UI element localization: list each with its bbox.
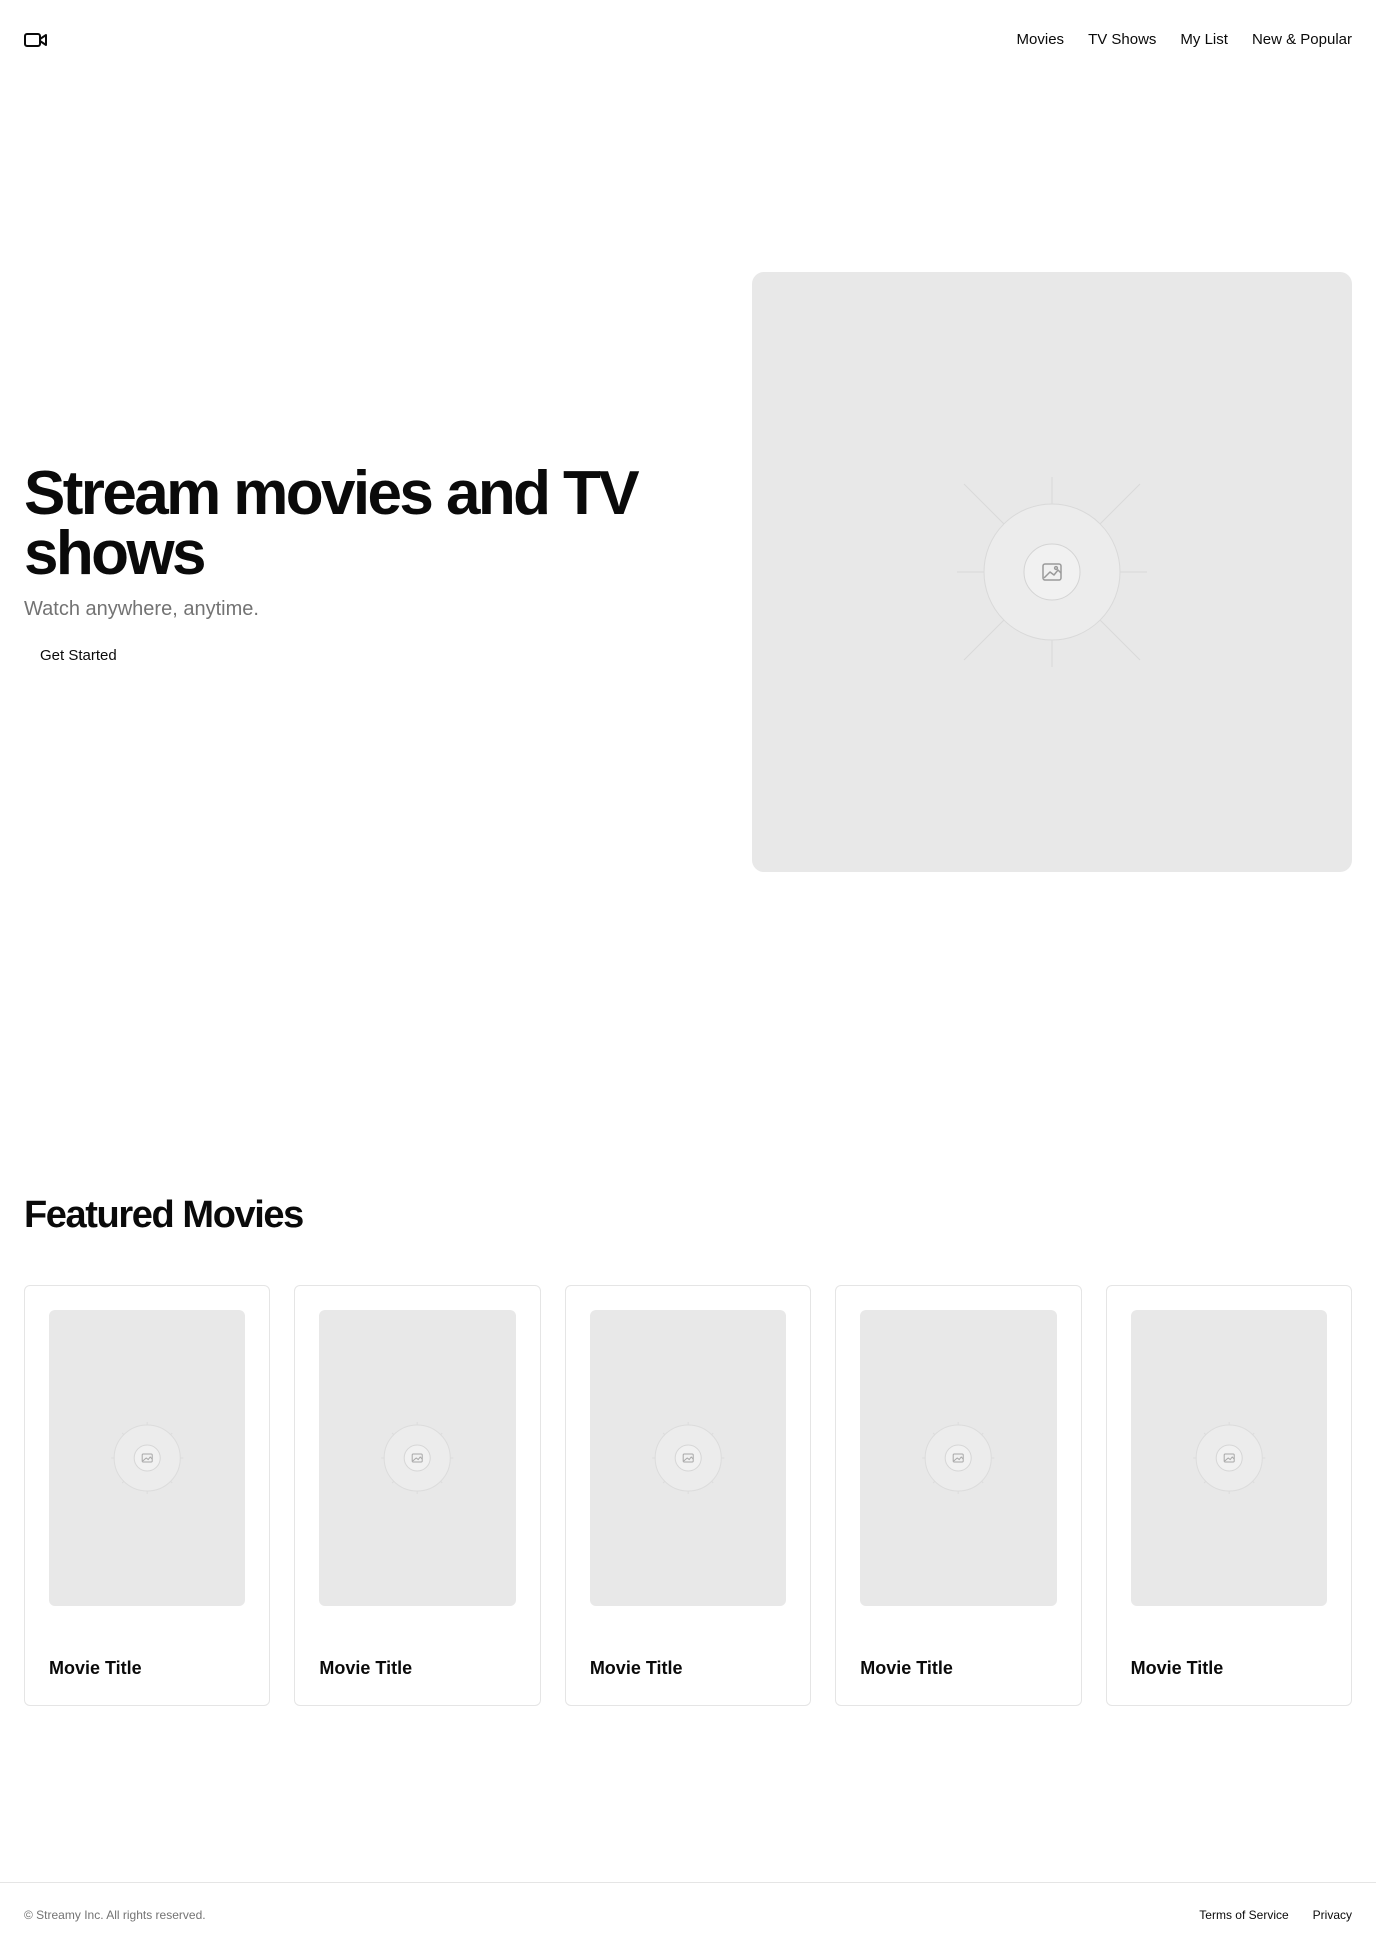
nav-link-movies[interactable]: Movies xyxy=(1017,30,1065,50)
hero-title: Stream movies and TV shows xyxy=(24,459,640,588)
nav-link-new-popular[interactable]: New & Popular xyxy=(1252,30,1352,50)
image-placeholder-icon xyxy=(381,1422,454,1494)
movie-card-list: Movie Title Movie Title Movie Title Movi… xyxy=(24,1285,1353,1706)
movie-title: Movie Title xyxy=(860,1658,953,1678)
movie-card[interactable]: Movie Title xyxy=(564,1285,812,1706)
footer-links: Terms of Service Privacy xyxy=(1199,1907,1352,1923)
image-placeholder-icon xyxy=(922,1422,995,1494)
movie-poster-placeholder xyxy=(319,1310,516,1606)
movie-card[interactable]: Movie Title xyxy=(24,1285,271,1706)
movie-poster-placeholder xyxy=(1130,1310,1328,1606)
hero-text: Stream movies and TV shows Watch anywher… xyxy=(24,459,684,674)
featured-movies-title: Featured Movies xyxy=(24,1194,304,1236)
movie-card[interactable]: Movie Title xyxy=(1105,1285,1353,1706)
image-placeholder-icon xyxy=(651,1422,725,1494)
nav-link-tv-shows[interactable]: TV Shows xyxy=(1088,30,1156,50)
image-placeholder-icon xyxy=(1192,1422,1265,1494)
movie-poster-placeholder xyxy=(589,1310,787,1606)
movie-title: Movie Title xyxy=(319,1658,413,1678)
movie-title: Movie Title xyxy=(589,1658,683,1678)
get-started-button[interactable]: Get Started xyxy=(24,638,133,674)
image-placeholder-icon xyxy=(957,477,1147,667)
nav-link-my-list[interactable]: My List xyxy=(1180,30,1228,50)
movie-poster-placeholder xyxy=(860,1310,1057,1606)
hero-subtitle: Watch anywhere, anytime. xyxy=(24,598,259,620)
movie-title: Movie Title xyxy=(1130,1658,1224,1678)
video-camera-icon[interactable] xyxy=(24,31,48,49)
movie-title: Movie Title xyxy=(49,1658,142,1678)
privacy-link[interactable]: Privacy xyxy=(1313,1907,1352,1923)
image-placeholder-icon xyxy=(111,1422,184,1494)
terms-of-service-link[interactable]: Terms of Service xyxy=(1199,1907,1288,1923)
main-nav: Movies TV Shows My List New & Popular xyxy=(1017,30,1352,50)
hero-image-placeholder xyxy=(752,272,1352,872)
copyright-text: © Streamy Inc. All rights reserved. xyxy=(24,1908,206,1922)
page: Movies TV Shows My List New & Popular St… xyxy=(0,0,1376,1947)
site-header: Movies TV Shows My List New & Popular xyxy=(24,24,1352,56)
movie-poster-placeholder xyxy=(49,1310,246,1606)
movie-card[interactable]: Movie Title xyxy=(294,1285,541,1706)
movie-card[interactable]: Movie Title xyxy=(835,1285,1082,1706)
site-footer: © Streamy Inc. All rights reserved. Term… xyxy=(0,1882,1376,1947)
